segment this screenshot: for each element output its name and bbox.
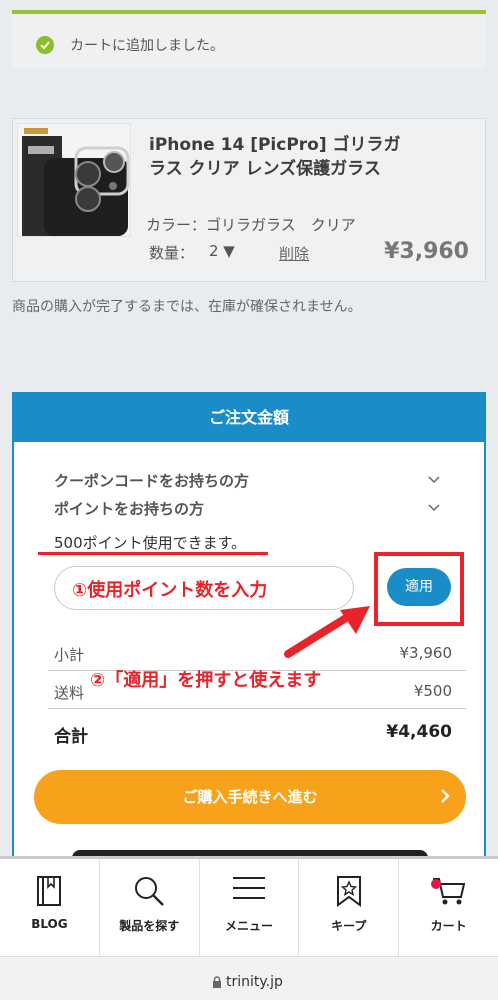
product-name[interactable]: iPhone 14 [PicPro] ゴリラガラス クリア レンズ保護ガラス: [149, 133, 409, 181]
bottom-tab-bar: BLOG 製品を探す メニュー キープ カート: [0, 856, 498, 956]
chevron-right-icon: [441, 789, 450, 803]
annotation-arrow-icon: [284, 606, 370, 658]
check-icon: [36, 36, 54, 54]
tab-label: 製品を探す: [119, 919, 180, 933]
tab-menu[interactable]: メニュー: [200, 859, 300, 956]
product-price: ¥3,960: [384, 239, 469, 264]
chevron-down-icon[interactable]: [428, 476, 440, 484]
product-color: カラー：ゴリラガラス クリア: [146, 216, 356, 234]
url-text: trinity.jp: [226, 974, 283, 990]
tab-label: メニュー: [224, 919, 273, 933]
coupon-accordion[interactable]: クーポンコードをお持ちの方: [54, 470, 249, 491]
bookmark-star-icon: [336, 876, 361, 907]
divider: [48, 708, 466, 709]
delete-link[interactable]: 削除: [279, 243, 309, 264]
proceed-checkout-button[interactable]: ご購入手続きへ進む: [34, 770, 466, 824]
total-label: 合計: [54, 727, 88, 747]
proceed-checkout-label: ご購入手続きへ進む: [182, 788, 318, 806]
shipping-label: 送料: [54, 684, 85, 702]
search-icon: [135, 877, 165, 906]
book-icon: [37, 876, 62, 906]
tab-blog[interactable]: BLOG: [0, 859, 100, 956]
tab-keep[interactable]: キープ: [299, 859, 400, 956]
subtotal-value: ¥3,960: [399, 644, 453, 662]
order-summary: ご注文金額 クーポンコードをお持ちの方 ポイントをお持ちの方 500ポイント使用…: [12, 392, 486, 864]
shipping-value: ¥500: [413, 682, 452, 700]
annotation-step-1: ①使用ポイント数を入力: [72, 580, 268, 601]
tab-label: キープ: [331, 919, 367, 933]
tab-search-products[interactable]: 製品を探す: [100, 859, 200, 956]
notice-message: カートに追加しました。: [70, 38, 224, 54]
total-value: ¥4,460: [386, 722, 452, 742]
annotation-step-2: ②「適用」を押すと使えます: [90, 670, 322, 691]
order-title: ご注文金額: [14, 394, 484, 442]
chevron-down-icon[interactable]: [428, 504, 440, 512]
apply-points-button[interactable]: 適用: [387, 568, 451, 606]
tab-label: BLOG: [31, 917, 68, 931]
cart-added-notice: カートに追加しました。: [12, 10, 486, 68]
subtotal-label: 小計: [54, 646, 85, 664]
product-image[interactable]: [17, 123, 131, 237]
menu-icon: [232, 877, 265, 899]
annotation-underline: [38, 552, 268, 555]
stock-note: 商品の購入が完了するまでは、在庫が確保されません。: [12, 299, 362, 315]
tab-label: カート: [430, 919, 467, 933]
lock-icon: [213, 976, 221, 988]
cart-product-card: iPhone 14 [PicPro] ゴリラガラス クリア レンズ保護ガラス カ…: [12, 118, 486, 282]
browser-address-bar[interactable]: trinity.jp: [0, 956, 498, 1000]
quantity-select[interactable]: 2 ▼: [209, 242, 235, 260]
quantity-label: 数量：: [149, 244, 195, 262]
tab-cart[interactable]: カート: [399, 859, 498, 956]
points-available: 500ポイント使用できます。: [54, 534, 247, 552]
points-accordion[interactable]: ポイントをお持ちの方: [54, 498, 204, 519]
